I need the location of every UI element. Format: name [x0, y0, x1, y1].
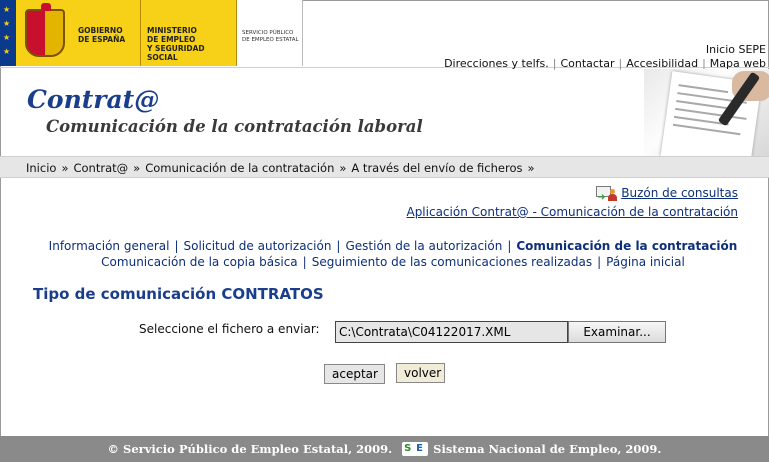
eu-flag-icon: ★ ★ ★ ★ — [0, 0, 16, 66]
nav-pagina-inicial[interactable]: Página inicial — [606, 255, 685, 269]
nav-row-2: Comunicación de la copia básica | Seguimie… — [101, 255, 685, 269]
accept-button[interactable]: aceptar — [324, 364, 385, 384]
nav-row-1: Información general | Solicitud de autoriz… — [48, 239, 738, 253]
app-name: Contrat@ — [27, 85, 160, 114]
breadcrumb-contrata[interactable]: Contrat@ — [73, 161, 128, 175]
breadcrumb-comunicacion[interactable]: Comunicación de la contratación — [145, 161, 334, 175]
gov-header: ★ ★ ★ ★ GOBIERNO DE ESPAÑA MINISTERIO DE EM… — [0, 0, 769, 70]
main-nav: Información general | Solicitud de autoriz… — [0, 238, 769, 270]
top-links: Inicio SEPE Direcciones y telfs. | Contact… — [444, 43, 766, 70]
sepe-logo-text: SERVICIO PÚBLICO DE EMPLEO ESTATAL — [237, 0, 303, 66]
mail-contact-icon: ➜ — [596, 184, 618, 203]
page-title: Tipo de comunicación CONTRATOS — [33, 285, 324, 303]
back-button[interactable]: volver — [396, 363, 445, 383]
nav-comunicacion-contratacion[interactable]: Comunicación de la contratación — [516, 239, 737, 253]
signing-document-image — [644, 69, 769, 156]
file-label: Seleccione el fichero a enviar: — [139, 322, 320, 336]
coat-of-arms-icon — [16, 0, 74, 66]
buzon-consultas-link[interactable]: ➜ Buzón de consultas — [596, 184, 738, 203]
buzon-label: Buzón de consultas — [621, 186, 738, 200]
footer: © Servicio Público de Empleo Estatal, 20… — [0, 436, 769, 462]
nav-informacion-general[interactable]: Información general — [49, 239, 170, 253]
sne-logo-icon: SE — [402, 442, 429, 456]
nav-copia-basica[interactable]: Comunicación de la copia básica — [101, 255, 297, 269]
footer-sepe-copyright: © Servicio Público de Empleo Estatal, 20… — [107, 442, 393, 456]
file-path-input[interactable] — [335, 321, 568, 343]
nav-seguimiento[interactable]: Seguimiento de las comunicaciones realiz… — [312, 255, 592, 269]
gobierno-logo-text: GOBIERNO DE ESPAÑA — [74, 0, 141, 66]
gov-logos[interactable]: ★ ★ ★ ★ GOBIERNO DE ESPAÑA MINISTERIO DE EM… — [0, 0, 305, 66]
breadcrumb-inicio[interactable]: Inicio — [26, 161, 56, 175]
app-subtitle: Comunicación de la contratación laboral — [46, 117, 423, 136]
breadcrumb-envio-ficheros: A través del envío de ficheros — [351, 161, 523, 175]
breadcrumb: Inicio» Contrat@» Comunicación de la contr… — [0, 156, 769, 178]
nav-solicitud-autorizacion[interactable]: Solicitud de autorización — [184, 239, 332, 253]
footer-sne-copyright: Sistema Nacional de Empleo, 2009. — [433, 442, 662, 456]
nav-gestion-autorizacion[interactable]: Gestión de la autorización — [345, 239, 502, 253]
inicio-sepe-link[interactable]: Inicio SEPE — [706, 43, 766, 56]
app-contrata-link[interactable]: Aplicación Contrat@ - Comunicación de la… — [406, 205, 738, 219]
ministerio-logo-text: MINISTERIO DE EMPLEO Y SEGURIDAD SOCIAL — [141, 0, 237, 66]
app-banner: Contrat@ Comunicación de la contratación… — [0, 69, 769, 156]
browse-button[interactable]: Examinar... — [568, 321, 666, 343]
